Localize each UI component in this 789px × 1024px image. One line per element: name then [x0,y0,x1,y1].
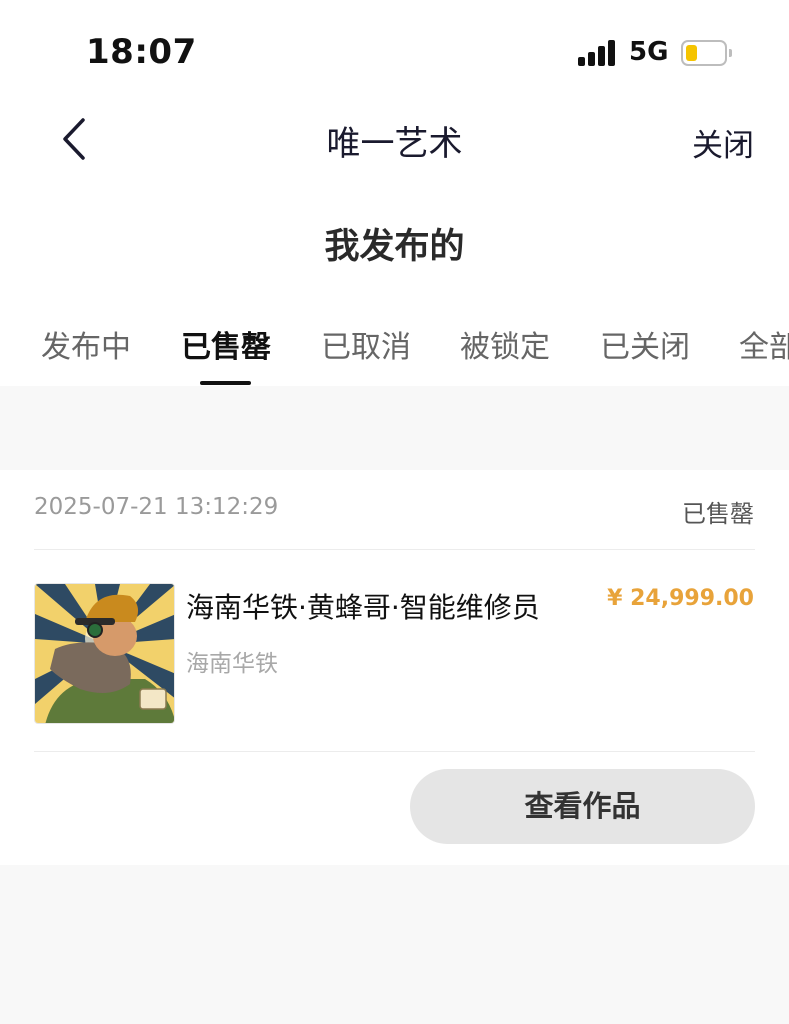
order-status: 已售罄 [682,500,754,528]
divider [34,751,755,752]
network-type: 5G [629,37,669,67]
item-price: ¥ 24,999.00 [607,586,754,611]
item-title[interactable]: 海南华铁·黄蜂哥·智能维修员 [186,586,540,626]
tab-cancelled[interactable]: 已取消 [321,322,411,366]
bearded-worker-artwork-image [35,584,174,723]
order-card: 2025-07-21 13:12:29 已售罄 海南华铁·黄蜂哥·智能维修员 海… [0,470,789,865]
tab-sold-out[interactable]: 已售罄 [181,322,271,366]
status-tabs: 发布中 已售罄 已取消 被锁定 已关闭 全部 [0,290,789,386]
item-issuer: 海南华铁 [186,651,278,677]
close-button[interactable]: 关闭 [692,120,754,165]
page-title: 我发布的 [324,227,465,267]
cellular-signal-icon [578,40,618,66]
artwork-thumbnail[interactable] [34,583,175,724]
tab-all[interactable]: 全部 [739,322,789,366]
page-header: 我发布的 [0,180,789,290]
status-time: 18:07 [86,32,197,72]
tab-closed[interactable]: 已关闭 [600,322,690,366]
nav-title: 唯一艺术 [326,124,463,164]
view-artwork-button[interactable]: 查看作品 [410,769,755,844]
divider [34,549,755,550]
nav-bar: 唯一艺术 关闭 [0,100,789,180]
battery-icon [681,40,732,66]
order-datetime: 2025-07-21 13:12:29 [34,494,279,520]
status-bar: 18:07 5G [0,0,789,100]
active-tab-indicator [200,381,251,385]
tab-locked[interactable]: 被锁定 [460,322,550,366]
screen: 18:07 5G 唯一艺术 关闭 我发布的 发布中 已售罄 已取消 被锁定 已关… [0,0,789,1024]
tab-publishing[interactable]: 发布中 [41,322,131,366]
